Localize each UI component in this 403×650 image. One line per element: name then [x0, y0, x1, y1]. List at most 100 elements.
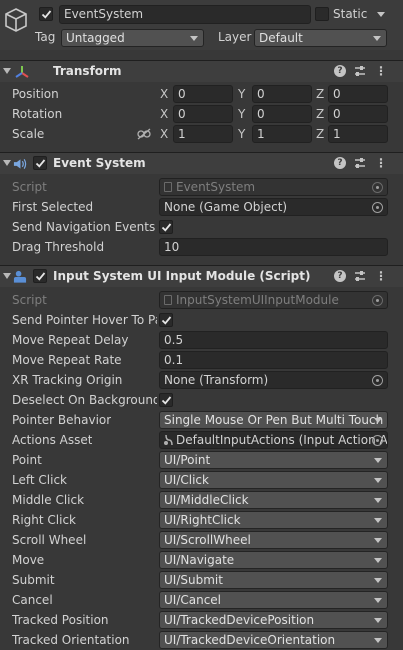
action-label: Scroll Wheel: [12, 533, 87, 547]
object-picker-icon[interactable]: [372, 435, 383, 446]
action-dropdown-middle-click[interactable]: UI/MiddleClick: [159, 491, 388, 509]
action-dropdown-left-click[interactable]: UI/Click: [159, 471, 388, 489]
position-x-field[interactable]: 0: [173, 85, 233, 103]
chevron-down-icon: [373, 36, 381, 41]
scale-z-field[interactable]: 1: [328, 125, 388, 143]
deselect-checkbox[interactable]: [159, 393, 173, 407]
send-nav-checkbox[interactable]: [159, 220, 173, 234]
axis-y-label: Y: [238, 87, 246, 101]
action-dropdown-submit[interactable]: UI/Submit: [159, 571, 388, 589]
move-rate-row: Move Repeat Rate 0.1: [0, 350, 403, 370]
axis-x-label: X: [160, 127, 169, 141]
transform-header[interactable]: Transform ? ⋮: [0, 60, 403, 82]
action-label: Cancel: [12, 593, 53, 607]
position-y-field[interactable]: 0: [252, 85, 312, 103]
im-script-field: InputSystemUIInputModule: [159, 291, 388, 309]
constrain-proportions-icon[interactable]: [137, 128, 151, 140]
action-dropdown-cancel[interactable]: UI/Cancel: [159, 591, 388, 609]
context-menu-icon[interactable]: ⋮: [375, 266, 387, 287]
gameobject-active-toggle[interactable]: [39, 7, 53, 21]
action-dropdown-move[interactable]: UI/Navigate: [159, 551, 388, 569]
scale-x-field[interactable]: 1: [173, 125, 233, 143]
action-value: UI/Point: [164, 453, 211, 467]
action-dropdown-right-click[interactable]: UI/RightClick: [159, 511, 388, 529]
action-dropdown-scroll-wheel[interactable]: UI/ScrollWheel: [159, 531, 388, 549]
action-value: UI/MiddleClick: [164, 493, 249, 507]
static-toggle[interactable]: [315, 7, 329, 21]
pointer-behavior-value: Single Mouse Or Pen But Multi Touch: [164, 413, 384, 427]
action-dropdown-point[interactable]: UI/Point: [159, 451, 388, 469]
action-row-left-click: Left Click UI/Click: [0, 470, 403, 490]
tag-value: Untagged: [66, 31, 125, 45]
deselect-label: Deselect On Background C: [12, 393, 157, 407]
object-picker-icon[interactable]: [372, 375, 383, 386]
scale-label: Scale: [12, 127, 45, 141]
chevron-down-icon: [374, 458, 382, 463]
preset-icon[interactable]: [354, 270, 366, 282]
es-script-row: Script EventSystem: [0, 177, 403, 197]
move-delay-field[interactable]: 0.5: [159, 331, 388, 349]
layer-dropdown[interactable]: Default: [254, 29, 387, 47]
axis-z-label: Z: [316, 107, 325, 121]
event-system-enabled-toggle[interactable]: [33, 156, 47, 170]
preset-icon[interactable]: [354, 157, 366, 169]
send-hover-label: Send Pointer Hover To Pa: [12, 313, 157, 327]
action-label: Middle Click: [12, 493, 85, 507]
send-hover-checkbox[interactable]: [159, 313, 173, 327]
move-rate-field[interactable]: 0.1: [159, 351, 388, 369]
actions-asset-field[interactable]: DefaultInputActions (Input Action A: [159, 431, 388, 449]
action-row-submit: Submit UI/Submit: [0, 570, 403, 590]
scale-y-field[interactable]: 1: [252, 125, 312, 143]
rotation-x-field[interactable]: 0: [173, 105, 233, 123]
move-rate-label: Move Repeat Rate: [12, 353, 122, 367]
static-dropdown-arrow[interactable]: [377, 12, 385, 17]
event-system-icon: [13, 159, 27, 169]
tag-dropdown[interactable]: Untagged: [61, 29, 204, 47]
rotation-y-field[interactable]: 0: [252, 105, 312, 123]
preset-icon[interactable]: [354, 65, 366, 77]
action-row-scroll-wheel: Scroll Wheel UI/ScrollWheel: [0, 530, 403, 550]
position-z-field[interactable]: 0: [328, 85, 388, 103]
help-icon[interactable]: ?: [334, 270, 346, 282]
gameobject-name-field[interactable]: EventSystem: [59, 5, 311, 24]
action-dropdown-tracked-orientation[interactable]: UI/TrackedDeviceOrientation: [159, 631, 388, 649]
first-selected-value: None (Game Object): [164, 200, 288, 214]
pointer-behavior-label: Pointer Behavior: [12, 413, 112, 427]
script-file-icon: [164, 295, 172, 305]
es-script-label: Script: [12, 180, 47, 194]
position-row: Position X 0 Y 0 Z 0: [0, 84, 403, 104]
help-icon[interactable]: ?: [334, 65, 346, 77]
chevron-down-icon: [374, 518, 382, 523]
action-value: UI/ScrollWheel: [164, 533, 251, 547]
input-module-enabled-toggle[interactable]: [33, 269, 47, 283]
send-nav-row: Send Navigation Events: [0, 217, 403, 237]
action-row-right-click: Right Click UI/RightClick: [0, 510, 403, 530]
xr-origin-value: None (Transform): [164, 373, 269, 387]
foldout-arrow-icon[interactable]: [3, 160, 11, 166]
drag-threshold-field[interactable]: 10: [159, 238, 388, 256]
foldout-arrow-icon[interactable]: [3, 68, 11, 74]
chevron-down-icon: [374, 558, 382, 563]
first-selected-field[interactable]: None (Game Object): [159, 198, 388, 216]
script-file-icon: [164, 182, 172, 192]
actions-asset-row: Actions Asset DefaultInputActions (Input…: [0, 430, 403, 450]
action-row-move: Move UI/Navigate: [0, 550, 403, 570]
rotation-z-field[interactable]: 0: [328, 105, 388, 123]
event-system-header[interactable]: Event System ? ⋮: [0, 152, 403, 174]
foldout-arrow-icon[interactable]: [3, 273, 11, 279]
context-menu-icon[interactable]: ⋮: [375, 61, 387, 82]
gameobject-cube-icon: [5, 8, 27, 32]
action-dropdown-tracked-position[interactable]: UI/TrackedDevicePosition: [159, 611, 388, 629]
object-picker-icon[interactable]: [372, 202, 383, 213]
xr-origin-field[interactable]: None (Transform): [159, 371, 388, 389]
input-module-header[interactable]: Input System UI Input Module (Script) ? …: [0, 265, 403, 287]
layer-value: Default: [259, 31, 303, 45]
chevron-down-icon: [374, 538, 382, 543]
xr-origin-label: XR Tracking Origin: [12, 373, 123, 387]
object-picker-icon: [372, 182, 383, 193]
axis-z-label: Z: [316, 127, 325, 141]
transform-title: Transform: [53, 64, 122, 78]
pointer-behavior-dropdown[interactable]: Single Mouse Or Pen But Multi Touch: [159, 411, 388, 429]
context-menu-icon[interactable]: ⋮: [375, 153, 387, 174]
help-icon[interactable]: ?: [334, 157, 346, 169]
